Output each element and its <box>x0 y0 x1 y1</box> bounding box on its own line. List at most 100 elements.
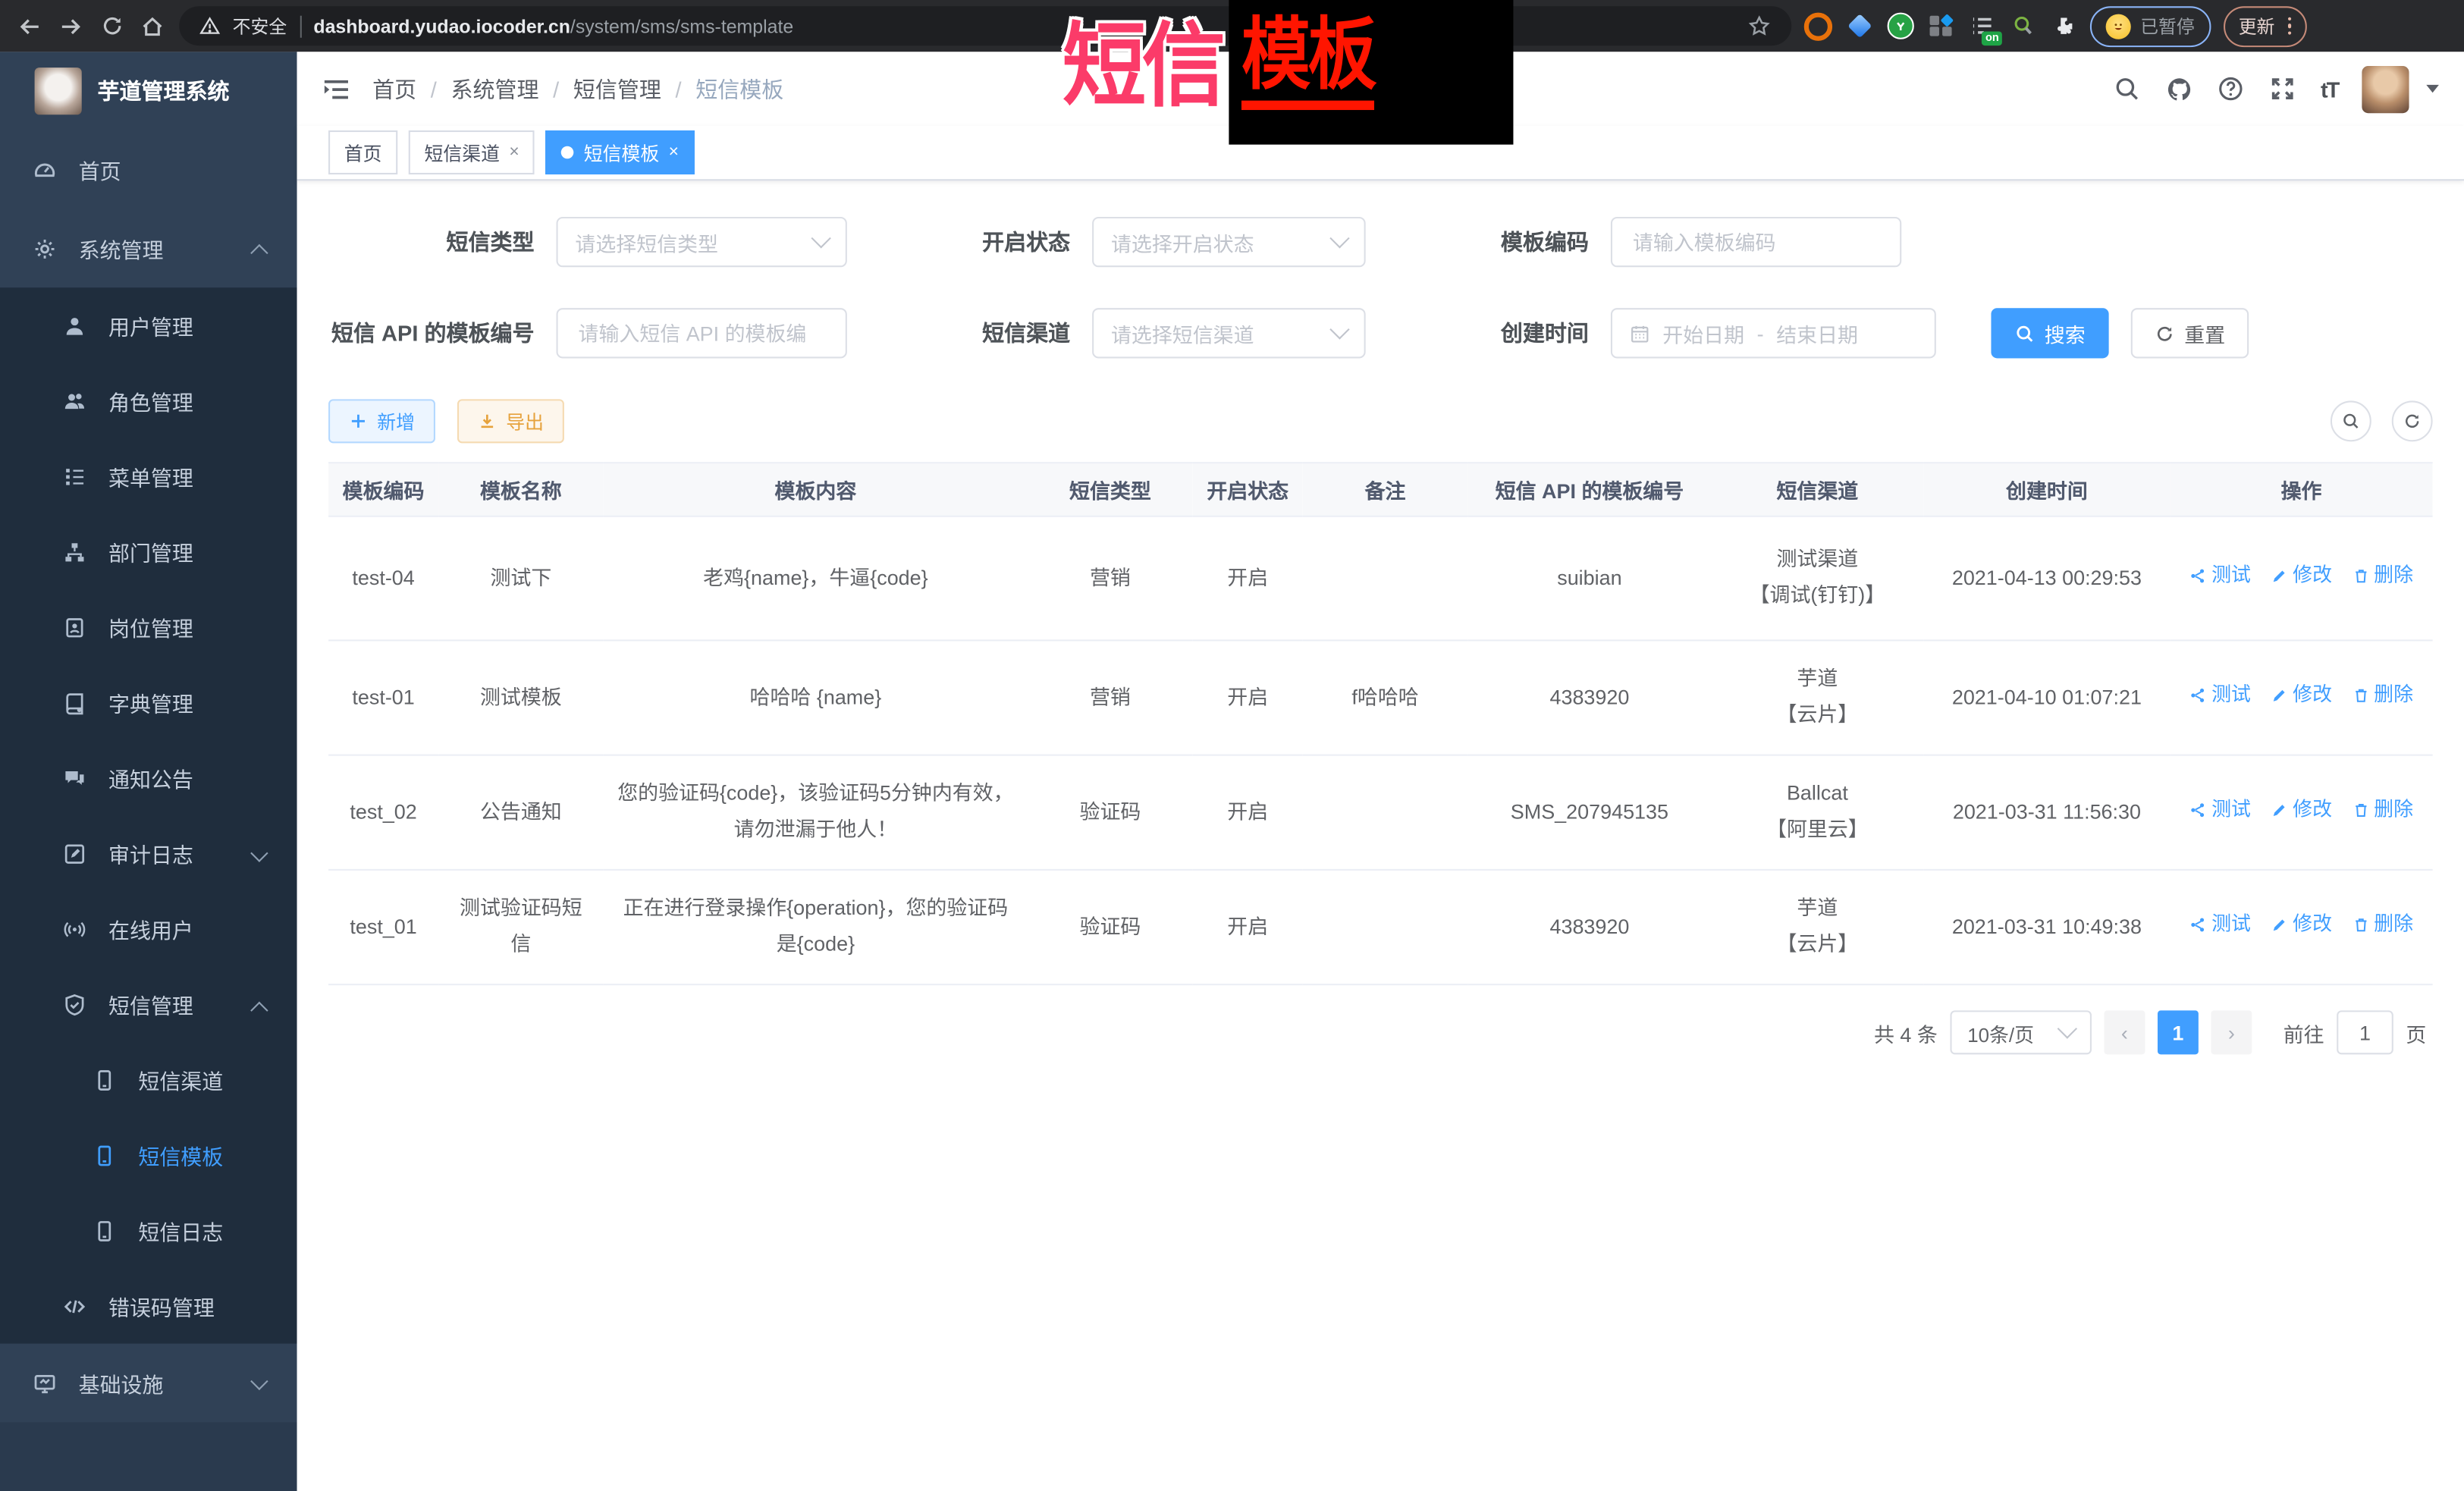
template-code-input[interactable] <box>1630 228 1883 255</box>
tab-label: 短信渠道 <box>424 139 499 165</box>
edit-link[interactable]: 修改 <box>2271 559 2332 593</box>
extension-gem-icon[interactable] <box>1845 12 1873 40</box>
goto-page-input[interactable] <box>2337 1010 2393 1054</box>
prev-page-button[interactable]: ‹ <box>2104 1010 2145 1054</box>
chevron-down-icon <box>250 844 268 862</box>
delete-link[interactable]: 删除 <box>2352 793 2413 827</box>
test-link[interactable]: 测试 <box>2189 793 2251 827</box>
delete-link[interactable]: 删除 <box>2352 559 2413 593</box>
app-logo-row[interactable]: 芋道管理系统 <box>0 52 297 130</box>
home-icon[interactable] <box>138 12 166 40</box>
extension-grid-icon[interactable] <box>1926 12 1954 40</box>
sidebar-item-online[interactable]: 在线用户 <box>0 891 297 966</box>
sidebar-item-infra[interactable]: 基础设施 <box>0 1344 297 1423</box>
search-button[interactable]: 搜索 <box>1991 308 2108 358</box>
close-icon[interactable]: × <box>669 144 679 162</box>
sidebar-item-home[interactable]: 首页 <box>0 130 297 209</box>
profile-chip[interactable]: 已暂停 <box>2090 5 2211 46</box>
sidebar-item-sms[interactable]: 短信管理 <box>0 966 297 1041</box>
sidebar-item-dict[interactable]: 字典管理 <box>0 664 297 739</box>
sidebar-item-sms-log[interactable]: 短信日志 <box>0 1193 297 1268</box>
cell-remark: f哈哈哈 <box>1303 640 1468 755</box>
help-icon[interactable] <box>2217 74 2245 102</box>
extension-donut-icon[interactable] <box>1804 12 1832 40</box>
breadcrumb-item[interactable]: 系统管理 <box>450 73 538 104</box>
test-link[interactable]: 测试 <box>2189 908 2251 942</box>
breadcrumb-item[interactable]: 短信管理 <box>573 73 661 104</box>
select-placeholder: 请选择开启状态 <box>1111 227 1320 256</box>
url-bar[interactable]: 不安全 dashboard.yudao.iocoder.cn/system/sm… <box>179 6 1791 46</box>
test-link[interactable]: 测试 <box>2189 559 2251 593</box>
pagination: 共 4 条 10条/页 ‹ 1 › 前往 页 <box>328 1010 2433 1054</box>
sidebar-collapse-icon[interactable] <box>322 76 350 101</box>
browser-update-button[interactable]: 更新 <box>2223 5 2307 46</box>
show-search-toggle-button[interactable] <box>2331 400 2371 441</box>
delete-link[interactable]: 删除 <box>2352 679 2413 713</box>
sidebar-item-label: 部门管理 <box>108 536 193 567</box>
api-template-id-input[interactable] <box>575 320 828 347</box>
next-page-button[interactable]: › <box>2211 1010 2252 1054</box>
reload-icon[interactable] <box>97 12 125 40</box>
edit-link[interactable]: 修改 <box>2271 908 2332 942</box>
sidebar-item-dept[interactable]: 部门管理 <box>0 514 297 589</box>
bookmark-star-icon[interactable] <box>1744 12 1772 40</box>
github-icon[interactable] <box>2165 74 2193 102</box>
page-number-1[interactable]: 1 <box>2158 1010 2199 1054</box>
user-avatar[interactable] <box>2362 65 2409 112</box>
export-button[interactable]: 导出 <box>457 399 564 443</box>
back-icon[interactable] <box>16 12 44 40</box>
test-link[interactable]: 测试 <box>2189 679 2251 713</box>
edit-link[interactable]: 修改 <box>2271 679 2332 713</box>
extension-y-icon[interactable] <box>1886 12 1914 40</box>
sidebar-item-post[interactable]: 岗位管理 <box>0 589 297 664</box>
sidebar-item-notice[interactable]: 通知公告 <box>0 740 297 815</box>
sidebar-item-role[interactable]: 角色管理 <box>0 363 297 438</box>
search-icon[interactable] <box>2114 74 2142 102</box>
profile-paused-label: 已暂停 <box>2140 14 2194 39</box>
tab-home[interactable]: 首页 <box>328 130 397 174</box>
delete-link[interactable]: 删除 <box>2352 908 2413 942</box>
tab-sms-channel[interactable]: 短信渠道 × <box>409 130 535 174</box>
browser-menu-kebab-icon[interactable] <box>2287 17 2291 35</box>
close-icon[interactable]: × <box>509 144 519 162</box>
fullscreen-icon[interactable] <box>2269 74 2297 102</box>
extension-magnifier-icon[interactable] <box>2008 12 2036 40</box>
col-header: 备注 <box>1303 463 1468 516</box>
sms-type-select[interactable]: 请选择短信类型 <box>557 217 847 267</box>
template-code-input-wrap <box>1611 217 1901 267</box>
channel-select[interactable]: 请选择短信渠道 <box>1092 308 1366 358</box>
col-header: 创建时间 <box>1923 463 2170 516</box>
extensions-puzzle-icon[interactable] <box>2049 12 2077 40</box>
sidebar-item-menu[interactable]: 菜单管理 <box>0 438 297 513</box>
cell-created: 2021-04-10 01:07:21 <box>1923 640 2170 755</box>
channel-provider: 【阿里云】 <box>1724 812 1911 848</box>
forward-icon[interactable] <box>57 12 85 40</box>
date-range-picker[interactable]: 开始日期 - 结束日期 <box>1611 308 1936 358</box>
reset-button[interactable]: 重置 <box>2131 308 2249 358</box>
add-button[interactable]: 新增 <box>328 399 435 443</box>
sidebar-item-user[interactable]: 用户管理 <box>0 287 297 363</box>
font-size-icon[interactable]: tT <box>2321 76 2338 101</box>
sidebar-item-audit[interactable]: 审计日志 <box>0 815 297 890</box>
tab-sms-template[interactable]: 短信模板 × <box>546 130 695 174</box>
extension-list-icon[interactable]: on <box>1967 12 1995 40</box>
cell-created: 2021-03-31 11:56:30 <box>1923 755 2170 870</box>
filter-template-code: 模板编码 <box>1383 217 1901 267</box>
breadcrumb-item[interactable]: 首页 <box>372 73 416 104</box>
refresh-table-button[interactable] <box>2392 400 2433 441</box>
field-label: 开启状态 <box>865 226 1092 257</box>
export-button-label: 导出 <box>506 408 544 435</box>
page-size-select[interactable]: 10条/页 <box>1950 1010 2091 1054</box>
delete-link-label: 删除 <box>2374 559 2413 593</box>
edit-link[interactable]: 修改 <box>2271 793 2332 827</box>
sidebar-item-errcode[interactable]: 错误码管理 <box>0 1268 297 1343</box>
sidebar-item-sms-channel[interactable]: 短信渠道 <box>0 1042 297 1117</box>
breadcrumb-separator: / <box>676 76 682 101</box>
page-content: 短信类型 请选择短信类型 开启状态 请选择开启状态 <box>297 180 2464 1054</box>
cell-content: 正在进行登录操作{operation}，您的验证码是{code} <box>604 870 1028 984</box>
avatar-dropdown-caret-icon[interactable] <box>2426 85 2439 93</box>
sidebar-item-system[interactable]: 系统管理 <box>0 209 297 288</box>
sidebar-item-sms-template[interactable]: 短信模板 <box>0 1117 297 1192</box>
reset-button-label: 重置 <box>2184 319 2225 348</box>
status-select[interactable]: 请选择开启状态 <box>1092 217 1366 267</box>
